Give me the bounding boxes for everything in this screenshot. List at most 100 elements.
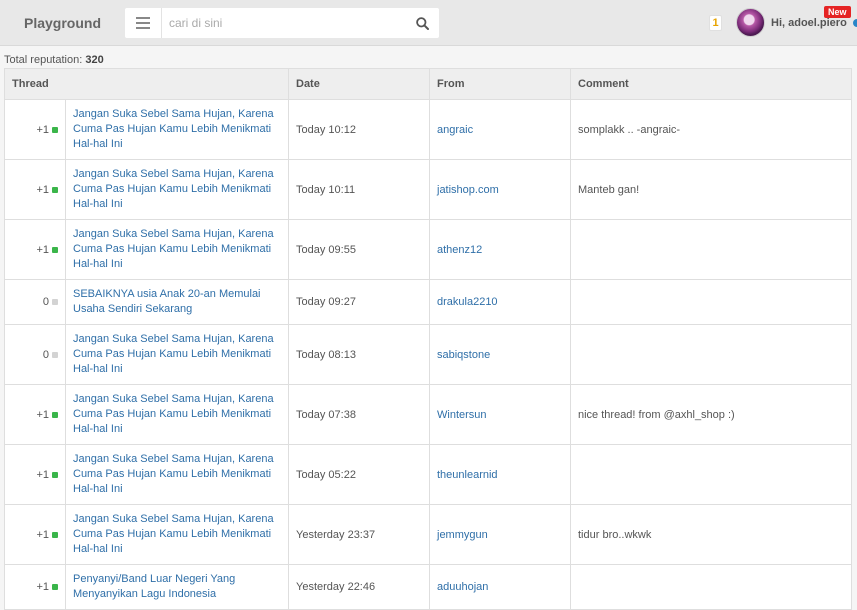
positive-reputation-icon: [52, 186, 58, 193]
info-dot-icon: [853, 19, 857, 27]
table-row: 0 SEBAIKNYA usia Anak 20-an Memulai Usaha…: [4, 279, 852, 325]
table-row: +1 Jangan Suka Sebel Sama Hujan, Karena C…: [4, 444, 852, 505]
comment-cell: [570, 219, 852, 280]
thread-link[interactable]: SEBAIKNYA usia Anak 20-an Memulai Usaha …: [73, 287, 281, 317]
from-cell: theunlearnid: [429, 444, 571, 505]
user-link[interactable]: angraic: [437, 124, 473, 136]
from-cell: Wintersun: [429, 384, 571, 445]
date-cell: Today 08:13: [288, 324, 430, 385]
thread-link[interactable]: Jangan Suka Sebel Sama Hujan, Karena Cum…: [73, 452, 281, 497]
thread-link[interactable]: Jangan Suka Sebel Sama Hujan, Karena Cum…: [73, 332, 281, 377]
total-reputation-label: Total reputation:: [4, 54, 86, 66]
date-cell: Yesterday 22:46: [288, 564, 430, 610]
comment-cell: nice thread! from @axhl_shop :): [570, 384, 852, 445]
reputation-cell: +1: [4, 159, 66, 220]
comment-cell: somplakk .. -angraic-: [570, 99, 852, 160]
positive-reputation-icon: [52, 246, 58, 253]
user-link[interactable]: jemmygun: [437, 529, 488, 541]
reputation-cell: +1: [4, 444, 66, 505]
user-link[interactable]: drakula2210: [437, 296, 498, 308]
user-link[interactable]: Wintersun: [437, 409, 487, 421]
new-badge: New: [824, 6, 851, 18]
column-header-date: Date: [288, 68, 430, 100]
thread-cell: SEBAIKNYA usia Anak 20-an Memulai Usaha …: [65, 279, 289, 325]
neutral-reputation-icon: [52, 351, 58, 358]
positive-reputation-icon: [52, 531, 58, 538]
hamburger-menu-icon[interactable]: [125, 8, 162, 38]
total-reputation: Total reputation: 320: [4, 54, 104, 66]
thread-cell: Jangan Suka Sebel Sama Hujan, Karena Cum…: [65, 324, 289, 385]
positive-reputation-icon: [52, 126, 58, 133]
thread-cell: Jangan Suka Sebel Sama Hujan, Karena Cum…: [65, 159, 289, 220]
date-cell: Today 07:38: [288, 384, 430, 445]
user-link[interactable]: theunlearnid: [437, 469, 498, 481]
table-row: +1 Jangan Suka Sebel Sama Hujan, Karena C…: [4, 159, 852, 220]
positive-reputation-icon: [52, 471, 58, 478]
thread-link[interactable]: Jangan Suka Sebel Sama Hujan, Karena Cum…: [73, 392, 281, 437]
column-header-comment: Comment: [570, 68, 852, 100]
thread-link[interactable]: Jangan Suka Sebel Sama Hujan, Karena Cum…: [73, 512, 281, 557]
reputation-value: +1: [36, 408, 49, 421]
positive-reputation-icon: [52, 584, 58, 590]
from-cell: sabiqstone: [429, 324, 571, 385]
user-link[interactable]: aduuhojan: [437, 581, 488, 593]
column-header-from: From: [429, 68, 571, 100]
date-cell: Today 10:11: [288, 159, 430, 220]
table-row: +1 Jangan Suka Sebel Sama Hujan, Karena C…: [4, 99, 852, 160]
table-row: +1 Jangan Suka Sebel Sama Hujan, Karena C…: [4, 384, 852, 445]
thread-cell: Jangan Suka Sebel Sama Hujan, Karena Cum…: [65, 384, 289, 445]
date-cell: Today 09:55: [288, 219, 430, 280]
thread-link[interactable]: Jangan Suka Sebel Sama Hujan, Karena Cum…: [73, 107, 281, 152]
reputation-cell: +1: [4, 219, 66, 280]
from-cell: angraic: [429, 99, 571, 160]
thread-cell: Jangan Suka Sebel Sama Hujan, Karena Cum…: [65, 99, 289, 160]
thread-cell: Jangan Suka Sebel Sama Hujan, Karena Cum…: [65, 444, 289, 505]
comment-cell: [570, 564, 852, 610]
search-bar: [125, 8, 439, 38]
user-greeting[interactable]: Hi, adoel.piero: [771, 17, 847, 29]
from-cell: drakula2210: [429, 279, 571, 325]
reputation-cell: 0: [4, 324, 66, 385]
from-cell: jemmygun: [429, 504, 571, 565]
reputation-value: +1: [36, 528, 49, 541]
date-cell: Today 09:27: [288, 279, 430, 325]
top-navbar: Playground 1 Hi, adoel.piero New: [0, 0, 857, 46]
comment-cell: tidur bro..wkwk: [570, 504, 852, 565]
user-link[interactable]: sabiqstone: [437, 349, 490, 361]
comment-cell: [570, 324, 852, 385]
date-cell: Today 10:12: [288, 99, 430, 160]
reputation-value: +1: [36, 123, 49, 136]
thread-link[interactable]: Penyanyi/Band Luar Negeri Yang Menyanyik…: [73, 572, 281, 602]
from-cell: jatishop.com: [429, 159, 571, 220]
comment-cell: [570, 279, 852, 325]
from-cell: aduuhojan: [429, 564, 571, 610]
reputation-cell: +1: [4, 504, 66, 565]
table-row: +1 Jangan Suka Sebel Sama Hujan, Karena C…: [4, 219, 852, 280]
table-row: +1 Penyanyi/Band Luar Negeri Yang Menyany…: [4, 564, 852, 610]
reputation-cell: +1: [4, 564, 66, 610]
reputation-value: +1: [36, 243, 49, 256]
reputation-value: 0: [42, 296, 49, 308]
date-cell: Yesterday 23:37: [288, 504, 430, 565]
date-cell: Today 05:22: [288, 444, 430, 505]
brand-title[interactable]: Playground: [24, 15, 101, 31]
total-reputation-value: 320: [85, 54, 104, 66]
search-input[interactable]: [169, 12, 399, 34]
user-link[interactable]: jatishop.com: [437, 184, 499, 196]
reputation-value: +1: [36, 581, 49, 593]
comment-cell: [570, 444, 852, 505]
user-link[interactable]: athenz12: [437, 244, 482, 256]
thread-link[interactable]: Jangan Suka Sebel Sama Hujan, Karena Cum…: [73, 227, 281, 272]
thread-cell: Jangan Suka Sebel Sama Hujan, Karena Cum…: [65, 219, 289, 280]
reputation-value: +1: [36, 468, 49, 481]
avatar[interactable]: [736, 8, 765, 37]
search-icon[interactable]: [411, 12, 433, 34]
comment-cell: Manteb gan!: [570, 159, 852, 220]
reputation-cell: +1: [4, 99, 66, 160]
column-header-thread: Thread: [4, 68, 289, 100]
notification-badge[interactable]: 1: [709, 15, 722, 31]
reputation-value: +1: [36, 183, 49, 196]
thread-link[interactable]: Jangan Suka Sebel Sama Hujan, Karena Cum…: [73, 167, 281, 212]
from-cell: athenz12: [429, 219, 571, 280]
thread-cell: Jangan Suka Sebel Sama Hujan, Karena Cum…: [65, 504, 289, 565]
